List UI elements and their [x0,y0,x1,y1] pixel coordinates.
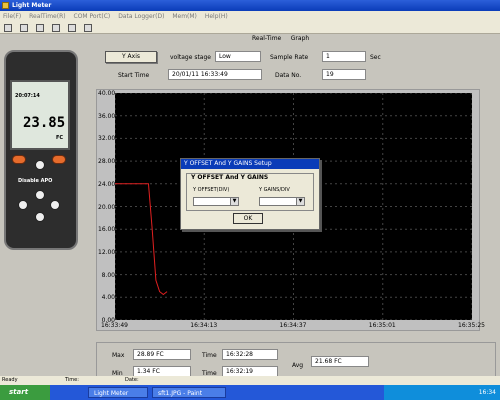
menu-mem[interactable]: Mem(M) [172,13,197,20]
meter-button-down [35,212,45,222]
realtime-graph-title: Real-Time Graph [252,35,309,42]
dialog-title: Y OFFSET And Y GAINS Setup [181,159,319,169]
meter-time: 20:07:14 [15,93,40,99]
menu-data-logger[interactable]: Data Logger(D) [118,13,164,20]
meter-button-left [18,200,28,210]
start-time-field: 20/01/11 16:33:49 [168,69,262,80]
avg-field: 21.68 FC [311,356,369,367]
x-tick-label: 16:35:25 [458,322,485,329]
y-tick-label: 12.00 [98,248,116,256]
menu-bar: File(F) RealTime(R) COM Port(C) Data Log… [0,11,500,22]
task-paint[interactable]: sft1.JPG - Paint [152,387,226,398]
y-axis-button[interactable]: Y Axis [105,51,157,63]
voltage-stage-field[interactable]: Low [215,51,261,62]
window-title: Light Meter [12,2,52,9]
meter-button-orange-left [12,155,26,164]
max-field: 28.89 FC [133,349,191,360]
voltage-stage-label: voltage stage [170,54,211,61]
sample-rate-unit: Sec [370,54,381,61]
system-tray: 16:34 [384,385,500,400]
toolbar [0,22,500,34]
y-gains-select[interactable]: ▼ [259,197,305,206]
menu-com-port[interactable]: COM Port(C) [74,13,111,20]
settings-icon[interactable] [84,24,92,32]
open-icon[interactable] [20,24,28,32]
save-icon[interactable] [4,24,12,32]
print-icon[interactable] [68,24,76,32]
status-time: Time: [65,377,79,383]
avg-label: Avg [292,362,304,369]
y-tick-label: 16.00 [98,226,116,234]
title-bar: Light Meter [0,0,500,11]
x-tick-label: 16:33:49 [101,322,128,329]
y-tick-label: 32.00 [98,135,116,143]
meter-button-up [35,190,45,200]
y-tick-label: 36.00 [98,112,116,120]
meter-button-right [50,200,60,210]
status-ready: Ready [2,377,18,383]
menu-file[interactable]: File(F) [3,13,21,20]
y-offset-select[interactable]: ▼ [193,197,239,206]
start-button[interactable]: start [0,385,50,400]
x-tick-label: 16:34:13 [190,322,218,329]
play-icon[interactable] [36,24,44,32]
x-tick-label: 16:34:37 [279,322,307,329]
y-tick-label: 24.00 [98,180,116,188]
series-line-0 [115,183,168,296]
graph-label: Graph [290,35,310,42]
sample-rate-label: Sample Rate [270,54,309,61]
max-time-field: 16:32:28 [222,349,278,360]
y-tick-label: 4.00 [101,294,115,302]
chevron-down-icon[interactable]: ▼ [296,198,304,205]
y-tick-label: 8.00 [101,271,115,279]
status-date: Date: [125,377,139,383]
clock: 16:34 [478,389,496,396]
y-gains-label: Y GAINS/DIV [259,187,290,193]
data-no-field: 19 [322,69,366,80]
y-offset-gains-dialog: Y OFFSET And Y GAINS Setup Y OFFSET And … [180,158,320,230]
max-time-label: Time [202,352,217,359]
data-no-label: Data No. [275,72,302,79]
y-tick-label: 20.00 [98,203,116,211]
start-time-label: Start Time [118,72,150,79]
dialog-group-title: Y OFFSET And Y GAINS [191,174,269,181]
app-icon [2,2,9,9]
y-offset-label: Y OFFSET(DIV) [193,187,230,193]
stop-icon[interactable] [52,24,60,32]
menu-realtime[interactable]: RealTime(R) [29,13,65,20]
y-tick-label: 28.00 [98,158,116,166]
x-tick-label: 16:35:01 [368,322,396,329]
y-tick-label: 40.00 [98,90,116,97]
menu-help[interactable]: Help(H) [205,13,228,20]
meter-button-center [35,160,45,170]
meter-reading: 23.85 [23,115,66,131]
max-label: Max [112,352,125,359]
chevron-down-icon[interactable]: ▼ [230,198,238,205]
status-bar: Ready Time: Date: [0,376,500,385]
ok-button[interactable]: OK [233,213,263,224]
taskbar: start Light Meter sft1.JPG - Paint 16:34 [0,385,500,400]
sample-rate-field[interactable]: 1 [322,51,366,62]
meter-apo-label: Disable APO [18,178,53,184]
realtime-label: Real-Time [252,35,282,42]
task-light-meter[interactable]: Light Meter [88,387,148,398]
meter-unit: FC [56,135,64,141]
meter-button-orange-right [52,155,66,164]
